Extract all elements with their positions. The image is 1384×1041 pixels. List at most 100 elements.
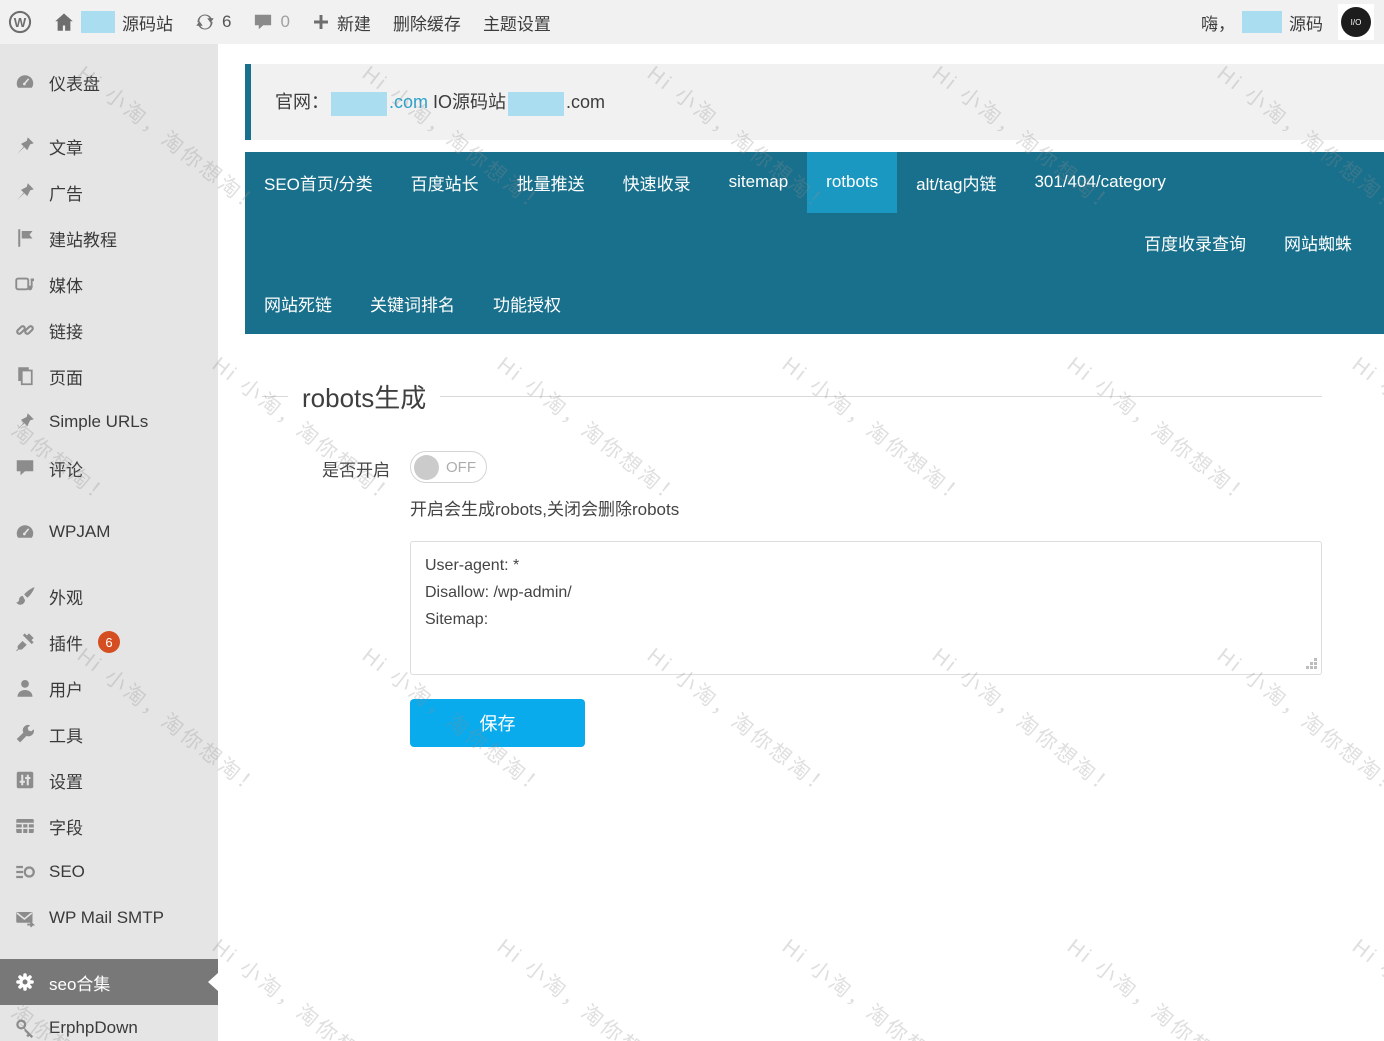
tab-seo-home-category[interactable]: SEO首页/分类 [245,152,392,213]
enable-row: 是否开启 OFF 开启会生成robots,关闭会删除robots User-ag… [218,451,1384,747]
sidebar-item-site-tutorial[interactable]: 建站教程 [0,215,218,261]
update-icon [195,12,215,32]
sidebar-separator [0,105,218,123]
new-content-label: 新建 [337,10,371,35]
wordpress-admin-page: W 源码站 6 0 新建 删除缓存 主题设置 [0,0,1384,1041]
sidebar-separator [0,491,218,509]
tab-rotbots[interactable]: rotbots [807,152,897,213]
sidebar-item-erphpdown[interactable]: ErphpDown [0,1005,218,1041]
tab-site-spider[interactable]: 网站蜘蛛 [1265,213,1371,274]
notice-banner: 官网：.com IO源码站.com [245,64,1384,140]
sidebar-item-label: WP Mail SMTP [49,908,164,928]
clear-cache-button[interactable]: 删除缓存 [393,10,461,35]
table-icon [14,815,36,837]
sidebar-item-fields[interactable]: 字段 [0,803,218,849]
sidebar-item-links[interactable]: 链接 [0,307,218,353]
home-icon [54,12,74,32]
sidebar-item-label: 评论 [49,456,83,481]
theme-settings-button[interactable]: 主题设置 [483,10,551,35]
seo-icon [14,861,36,883]
seo-tabs-nav: SEO首页/分类百度站长批量推送快速收录sitemaprotbotsalt/ta… [245,152,1384,334]
comments-count: 0 [280,12,289,32]
sidebar-item-seo-collection[interactable]: seo合集 [0,959,218,1005]
plugin-icon [14,631,36,653]
tab-dead-links[interactable]: 网站死链 [245,273,351,334]
section-title-row: robots生成 [262,378,1322,415]
toggle-knob [414,455,439,480]
sidebar-item-users[interactable]: 用户 [0,665,218,711]
sidebar-item-settings[interactable]: 设置 [0,757,218,803]
gear-icon [14,971,36,993]
tab-baidu-webmaster[interactable]: 百度站长 [392,152,498,213]
sidebar-item-label: 广告 [49,180,83,205]
sidebar-item-label: ErphpDown [49,1018,138,1038]
plus-icon [312,13,330,31]
nav-row: SEO首页/分类百度站长批量推送快速收录sitemaprotbotsalt/ta… [245,152,1384,213]
svg-text:W: W [14,15,27,30]
sidebar-item-label: 外观 [49,584,83,609]
site-name-label: 源码站 [122,10,173,35]
sidebar-item-label: 用户 [49,676,83,701]
tab-baidu-index-query[interactable]: 百度收录查询 [1125,213,1265,274]
updates-count: 6 [222,12,231,32]
admin-bar: W 源码站 6 0 新建 删除缓存 主题设置 [0,0,1384,44]
wordpress-logo-icon[interactable]: W [8,10,32,34]
sidebar-item-label: 媒体 [49,272,83,297]
official-site-link[interactable]: .com [389,92,428,112]
updates-indicator[interactable]: 6 [195,12,231,32]
pushpin-icon [14,181,36,203]
save-button[interactable]: 保存 [410,699,585,747]
sidebar-item-posts[interactable]: 文章 [0,123,218,169]
sidebar-item-label: WPJAM [49,522,110,542]
sidebar-item-simple-urls[interactable]: Simple URLs [0,399,218,445]
admin-bar-right: 嗨， 源码 I/O [1201,4,1374,40]
comment-bubble-icon [253,12,273,32]
comments-indicator[interactable]: 0 [253,12,289,32]
toggle-label: 是否开启 [218,451,390,747]
sidebar-item-label: seo合集 [49,970,110,995]
sidebar-item-dashboard[interactable]: 仪表盘 [0,59,218,105]
notice-suffix: .com [566,92,605,112]
key-icon [14,1017,36,1039]
new-content-button[interactable]: 新建 [312,10,371,35]
sidebar-item-ads[interactable]: 广告 [0,169,218,215]
tab-fast-include[interactable]: 快速收录 [604,152,710,213]
tab-301-404-category[interactable]: 301/404/category [1015,152,1184,213]
nav-row: 百度收录查询网站蜘蛛 [245,213,1384,274]
toggle-hint: 开启会生成robots,关闭会删除robots [410,495,1322,520]
sidebar-item-wpjam[interactable]: WPJAM [0,509,218,555]
tab-sitemap[interactable]: sitemap [710,152,808,213]
sidebar-item-media[interactable]: 媒体 [0,261,218,307]
main-content: 官网：.com IO源码站.com SEO首页/分类百度站长批量推送快速收录si… [218,44,1384,1041]
robots-panel: robots生成 是否开启 OFF 开启会生成robots,关闭会删除robot… [218,378,1384,747]
sidebar-item-appearance[interactable]: 外观 [0,573,218,619]
pages-icon [14,365,36,387]
tab-batch-push[interactable]: 批量推送 [498,152,604,213]
sliders-icon [14,769,36,791]
robots-content-textarea[interactable]: User-agent: * Disallow: /wp-admin/ Sitem… [410,541,1322,675]
sidebar-item-tools[interactable]: 工具 [0,711,218,757]
tab-keyword-rank[interactable]: 关键词排名 [351,273,474,334]
sidebar-item-seo[interactable]: SEO [0,849,218,895]
sidebar-item-wp-mail-smtp[interactable]: WP Mail SMTP [0,895,218,941]
sidebar-item-comments[interactable]: 评论 [0,445,218,491]
resize-handle-icon[interactable] [1306,658,1317,669]
sidebar-item-label: 字段 [49,814,83,839]
sidebar-item-plugins[interactable]: 插件6 [0,619,218,665]
robots-enable-toggle[interactable]: OFF [410,451,487,483]
site-home-link[interactable]: 源码站 [54,10,173,35]
account-menu[interactable]: 嗨， 源码 I/O [1201,4,1374,40]
tab-alt-tag-internal-links[interactable]: alt/tag内链 [897,152,1015,213]
sidebar-item-pages[interactable]: 页面 [0,353,218,399]
redacted-site-name [81,11,115,33]
username-label: 源码 [1289,10,1323,35]
notice-prefix: 官网： [275,92,329,112]
sidebar-item-label: 文章 [49,134,83,159]
avatar-initials: I/O [1341,7,1371,37]
redacted-domain-2 [508,92,564,116]
tab-feature-auth[interactable]: 功能授权 [474,273,580,334]
sidebar-item-label: 仪表盘 [49,70,100,95]
notice-text: 官网：.com IO源码站.com [275,88,605,115]
sidebar-separator [0,941,218,959]
sidebar-item-label: 插件 [49,630,83,655]
